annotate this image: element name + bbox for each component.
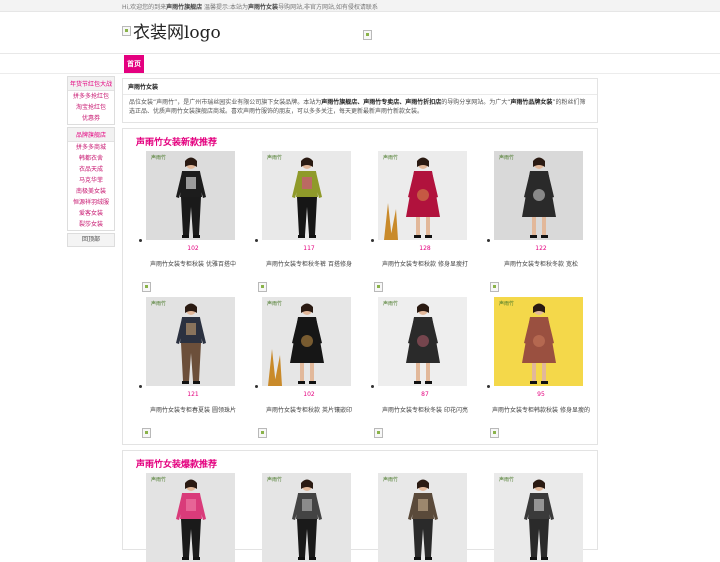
- site-logo[interactable]: 衣装网logo: [122, 18, 221, 43]
- product-image[interactable]: 声雨竹: [146, 297, 235, 386]
- svg-text:声雨竹: 声雨竹: [499, 154, 514, 161]
- intro-text-part: 品位女装“声雨竹”，是广州市瑞丝园实业有限公司旗下女装品牌。本站为: [129, 99, 322, 106]
- svg-text:声雨竹: 声雨竹: [267, 476, 282, 483]
- sidebar-link[interactable]: 裂莎女装: [68, 219, 114, 230]
- sidebar-group-list: 拼多多抢红包 淘宝抢红包 优惠券: [68, 91, 114, 124]
- sidebar-group-red-packet: 年货节红包大战 拼多多抢红包 淘宝抢红包 优惠券: [67, 76, 115, 125]
- broken-image-icon: [374, 428, 383, 438]
- product-title-link[interactable]: 声雨竹女装专柜秋装 优雅百搭中: [140, 259, 246, 268]
- svg-text:声雨竹: 声雨竹: [383, 476, 398, 483]
- view-count: 102: [303, 391, 315, 398]
- product-image[interactable]: 声雨竹: [146, 473, 235, 562]
- sidebar-link[interactable]: 韩都衣舍: [68, 153, 114, 164]
- view-count: 122: [535, 245, 547, 252]
- intro-text: 品位女装“声雨竹”，是广州市瑞丝园实业有限公司旗下女装品牌。本站为声雨竹旗舰店、…: [123, 95, 597, 119]
- svg-text:声雨竹: 声雨竹: [267, 154, 282, 161]
- product-image[interactable]: 声雨竹: [494, 151, 583, 240]
- brand-name: 声雨竹女装: [248, 4, 279, 11]
- svg-text:声雨竹: 声雨竹: [383, 300, 398, 307]
- product-image[interactable]: 声雨竹: [262, 473, 351, 562]
- svg-text:声雨竹: 声雨竹: [151, 300, 166, 307]
- product-image[interactable]: 声雨竹: [494, 473, 583, 562]
- product-image[interactable]: 声雨竹: [262, 297, 351, 386]
- list-bullet: [487, 385, 490, 388]
- svg-text:声雨竹: 声雨竹: [383, 154, 398, 161]
- product-title-link[interactable]: 声雨竹女装专柜秋款 英片镶嵌印: [256, 405, 362, 414]
- sidebar-link[interactable]: 拼多多抢红包: [68, 91, 114, 102]
- list-bullet: [371, 385, 374, 388]
- sidebar-group-brands: 品牌旗舰店 拼多多商城 韩都衣舍 衣品天成 马克华菲 南极美女装 恒源祥羽绒服 爱客女装 裂莎…: [67, 127, 115, 231]
- product-image[interactable]: 声雨竹: [146, 151, 235, 240]
- broken-image-icon: [490, 282, 499, 292]
- product-title-link[interactable]: 声雨竹女装专柜韩款秋装 修身显瘦的: [488, 405, 594, 414]
- product-title-link[interactable]: 声雨竹女装专柜秋冬装 印花闪亮: [372, 405, 478, 414]
- product-title-link[interactable]: 声雨竹女装专柜秋冬裤 百搭修身: [256, 259, 362, 268]
- sidebar-link[interactable]: 马克华菲: [68, 175, 114, 186]
- section-title: 声雨竹女装新款推荐: [136, 138, 218, 148]
- view-count: 121: [187, 391, 199, 398]
- intro-text-part: 的导购分享网站。为广大“: [441, 99, 511, 106]
- sidebar-link[interactable]: 淘宝抢红包: [68, 102, 114, 113]
- broken-image-icon: [258, 428, 267, 438]
- svg-text:声雨竹: 声雨竹: [499, 300, 514, 307]
- product-title-link[interactable]: 声雨竹女装专柜春夏装 圆领珠片: [140, 405, 246, 414]
- header: 衣装网logo: [0, 12, 720, 54]
- broken-image-icon: [122, 25, 131, 36]
- svg-text:声雨竹: 声雨竹: [151, 476, 166, 483]
- broken-image-icon: [142, 282, 151, 292]
- intro-highlight: 声雨竹品牌女装: [510, 99, 553, 106]
- svg-text:声雨竹: 声雨竹: [499, 476, 514, 483]
- broken-image-icon: [374, 282, 383, 292]
- view-count: 102: [187, 245, 199, 252]
- top-notice-bar: Hi,欢迎您的到来声雨竹旗舰店 温馨提示:本站为声雨竹女装导购网站,非官方网站,…: [0, 0, 720, 12]
- product-image[interactable]: 声雨竹: [262, 151, 351, 240]
- sidebar: 年货节红包大战 拼多多抢红包 淘宝抢红包 优惠券 品牌旗舰店 拼多多商城 韩都衣舍 衣品…: [67, 76, 115, 247]
- sidebar-link[interactable]: 南极美女装: [68, 186, 114, 197]
- sidebar-group-list: 拼多多商城 韩都衣舍 衣品天成 马克华菲 南极美女装 恒源祥羽绒服 爱客女装 裂莎女装: [68, 142, 114, 230]
- broken-image-icon: [363, 30, 372, 40]
- brand-intro: 声雨竹女装 品位女装“声雨竹”，是广州市瑞丝园实业有限公司旗下女装品牌。本站为声…: [122, 78, 598, 123]
- product-title-link[interactable]: 声雨竹女装专柜秋款 修身显瘦打: [372, 259, 478, 268]
- list-bullet: [139, 239, 142, 242]
- product-image[interactable]: 声雨竹: [378, 473, 467, 562]
- product-image[interactable]: 声雨竹: [378, 297, 467, 386]
- list-bullet: [487, 239, 490, 242]
- sidebar-link[interactable]: 优惠券: [68, 113, 114, 124]
- store-name: 声雨竹旗舰店: [166, 4, 203, 11]
- broken-image-icon: [258, 282, 267, 292]
- intro-title: 声雨竹女装: [123, 79, 597, 95]
- sidebar-link[interactable]: 拼多多商城: [68, 142, 114, 153]
- notice-text: 温馨提示:本站为: [202, 4, 249, 11]
- svg-text:声雨竹: 声雨竹: [151, 154, 166, 161]
- sidebar-group-title: 年货节红包大战: [68, 77, 114, 91]
- product-image[interactable]: 声雨竹: [378, 151, 467, 240]
- welcome-text: Hi,欢迎您的到来: [122, 4, 167, 11]
- back-to-top-button[interactable]: 回顶部: [67, 233, 115, 247]
- section-new-arrivals: 声雨竹女装新款推荐 声雨竹 102 声雨竹女装专柜秋装 优雅百搭中 声雨竹 117 声雨竹…: [122, 128, 598, 445]
- intro-highlight: 声雨竹旗舰店、声雨竹专卖店、声雨竹折扣店: [321, 99, 442, 106]
- broken-image-icon: [490, 428, 499, 438]
- list-bullet: [255, 239, 258, 242]
- sidebar-link[interactable]: 爱客女装: [68, 208, 114, 219]
- sidebar-link[interactable]: 恒源祥羽绒服: [68, 197, 114, 208]
- section-title: 声雨竹女装爆款推荐: [136, 460, 218, 470]
- main-nav: 首页: [0, 54, 720, 74]
- notice-suffix: 导购网站,非官方网站,如有侵权请联系: [278, 4, 378, 11]
- view-count: 128: [419, 245, 431, 252]
- svg-text:声雨竹: 声雨竹: [267, 300, 282, 307]
- broken-image-icon: [142, 428, 151, 438]
- sidebar-group-title: 品牌旗舰店: [68, 128, 114, 142]
- list-bullet: [371, 239, 374, 242]
- view-count: 95: [537, 391, 545, 398]
- section-hot-items: 声雨竹女装爆款推荐 声雨竹 声雨竹 声雨竹 声雨竹: [122, 450, 598, 562]
- product-image[interactable]: 声雨竹: [494, 297, 583, 386]
- view-count: 87: [421, 391, 429, 398]
- list-bullet: [139, 385, 142, 388]
- product-title-link[interactable]: 声雨竹女装专柜秋冬款 宽松: [488, 259, 594, 268]
- sidebar-link[interactable]: 衣品天成: [68, 164, 114, 175]
- list-bullet: [255, 385, 258, 388]
- logo-alt-text: 衣装网logo: [133, 23, 221, 43]
- nav-item-home[interactable]: 首页: [124, 55, 144, 73]
- view-count: 117: [303, 245, 315, 252]
